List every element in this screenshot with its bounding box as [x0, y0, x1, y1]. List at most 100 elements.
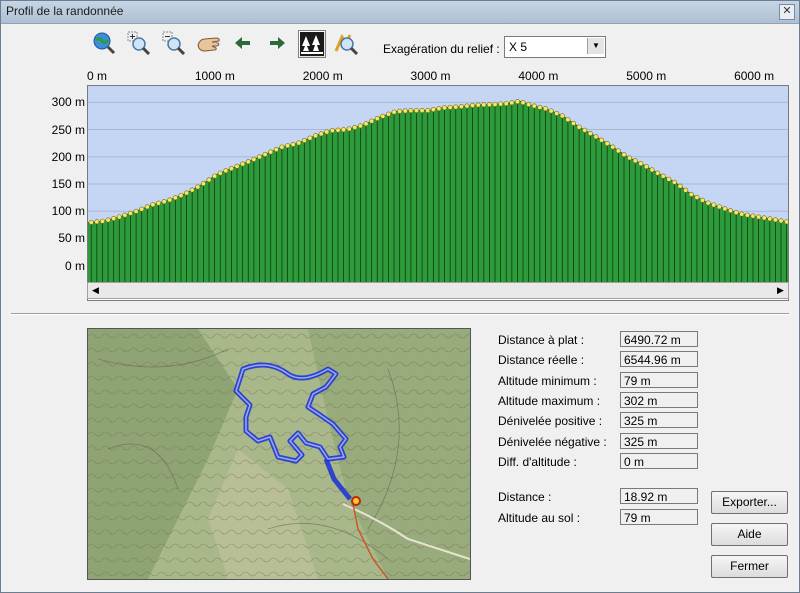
- profile-scrollbar[interactable]: ◀ ▶: [87, 282, 789, 299]
- profile-point-marker: [778, 218, 784, 224]
- profile-point-marker: [728, 208, 734, 214]
- export-button[interactable]: Exporter...: [711, 491, 788, 514]
- relief-exaggeration-select[interactable]: X 5 ▼: [504, 36, 606, 58]
- profile-point-marker: [178, 192, 184, 198]
- zoom-out-button[interactable]: [161, 30, 187, 56]
- y-tick-label: 300 m: [51, 95, 85, 110]
- scroll-left-button[interactable]: ◀: [88, 283, 103, 298]
- globe-zoom-icon: [93, 32, 116, 55]
- profile-point-marker: [279, 144, 285, 150]
- y-tick-label: 0 m: [64, 258, 85, 273]
- x-tick-label: 4000 m: [518, 69, 559, 83]
- profile-point-marker: [772, 217, 778, 223]
- profile-point-marker: [470, 102, 476, 108]
- profile-point-marker: [526, 102, 532, 108]
- help-button[interactable]: Aide: [711, 523, 788, 546]
- profile-point-marker: [453, 104, 459, 110]
- profile-point-marker: [285, 143, 291, 149]
- profile-point-marker: [442, 105, 448, 111]
- profile-point-marker: [380, 113, 386, 119]
- profile-point-marker: [122, 212, 128, 218]
- profile-point-marker: [621, 152, 627, 158]
- profile-point-marker: [559, 113, 565, 119]
- profile-point-marker: [413, 107, 419, 113]
- profile-point-marker: [290, 141, 296, 147]
- hand-pan-icon: [197, 37, 220, 52]
- close-window-button[interactable]: ✕: [779, 4, 795, 20]
- profile-point-marker: [784, 219, 790, 225]
- profile-point-marker: [750, 213, 756, 219]
- profile-point-marker: [436, 106, 442, 112]
- relief-exaggeration-label: Exagération du relief :: [383, 42, 500, 56]
- next-button[interactable]: [264, 30, 290, 56]
- profile-point-marker: [514, 99, 520, 105]
- profile-point-marker: [268, 149, 274, 155]
- profile-point-marker: [273, 147, 279, 153]
- profile-point-marker: [200, 181, 206, 187]
- profile-point-marker: [88, 219, 94, 225]
- profile-point-marker: [318, 131, 324, 137]
- y-tick-label: 150 m: [51, 177, 85, 191]
- stat-value: 325 m: [620, 432, 698, 449]
- profile-point-marker: [486, 102, 492, 108]
- scroll-right-button[interactable]: ▶: [773, 283, 788, 298]
- profile-point-marker: [352, 124, 358, 130]
- profile-point-marker: [464, 103, 470, 109]
- profile-point-marker: [475, 102, 481, 108]
- close-button[interactable]: Fermer: [711, 555, 788, 578]
- profile-point-marker: [161, 199, 167, 205]
- zoom-profile-button[interactable]: [333, 30, 359, 56]
- stat-value: 0 m: [620, 452, 698, 469]
- profile-point-marker: [251, 156, 257, 162]
- profile-point-marker: [565, 117, 571, 123]
- profile-point-marker: [537, 104, 543, 110]
- profile-point-marker: [761, 215, 767, 221]
- profile-point-marker: [615, 148, 621, 154]
- profile-point-marker: [296, 140, 302, 146]
- profile-point-marker: [576, 124, 582, 130]
- profile-point-marker: [542, 106, 548, 112]
- profile-point-marker: [385, 111, 391, 117]
- profile-point-marker: [447, 104, 453, 110]
- stat-label: Distance à plat :: [498, 333, 585, 347]
- stat-label: Altitude maximum :: [498, 393, 601, 408]
- profile-point-marker: [739, 211, 745, 217]
- topo-map[interactable]: [87, 328, 471, 580]
- stat-label: Altitude au sol :: [498, 510, 581, 525]
- profile-point-marker: [223, 168, 229, 174]
- profile-point-marker: [341, 127, 347, 133]
- x-tick-label: 3000 m: [410, 69, 451, 83]
- previous-button[interactable]: [230, 30, 256, 56]
- profile-point-marker: [638, 161, 644, 167]
- profile-point-marker: [458, 104, 464, 110]
- profile-point-marker: [688, 191, 694, 197]
- zoom-in-button[interactable]: [126, 30, 152, 56]
- chevron-down-icon[interactable]: ▼: [587, 38, 604, 54]
- stat-value: 79 m: [620, 508, 698, 525]
- arrow-left-icon: [235, 37, 250, 49]
- arrow-right-icon: [270, 37, 285, 49]
- profile-point-marker: [711, 202, 717, 208]
- profile-point-marker: [655, 170, 661, 176]
- profile-point-marker: [172, 195, 178, 201]
- globe-zoom-button[interactable]: [91, 30, 117, 56]
- profile-point-marker: [111, 215, 117, 221]
- profile-point-marker: [503, 101, 509, 107]
- profile-point-marker: [189, 187, 195, 193]
- profile-point-marker: [144, 204, 150, 210]
- profile-point-marker: [313, 133, 319, 139]
- profile-point-marker: [649, 167, 655, 173]
- x-tick-label: 2000 m: [302, 69, 343, 83]
- profile-point-marker: [671, 179, 677, 185]
- elevation-profile-chart[interactable]: [87, 85, 790, 301]
- profile-point-marker: [481, 102, 487, 108]
- x-tick-label: 1000 m: [194, 69, 235, 83]
- profile-point-marker: [419, 107, 425, 113]
- vegetation-toggle-button[interactable]: [298, 30, 326, 58]
- profile-point-marker: [498, 101, 504, 107]
- profile-point-marker: [245, 159, 251, 165]
- zoom-in-icon: [127, 31, 151, 55]
- stat-value: 6490.72 m: [620, 331, 698, 347]
- pan-hand-button[interactable]: [196, 30, 222, 56]
- stat-label: Diff. d'altitude :: [498, 454, 577, 469]
